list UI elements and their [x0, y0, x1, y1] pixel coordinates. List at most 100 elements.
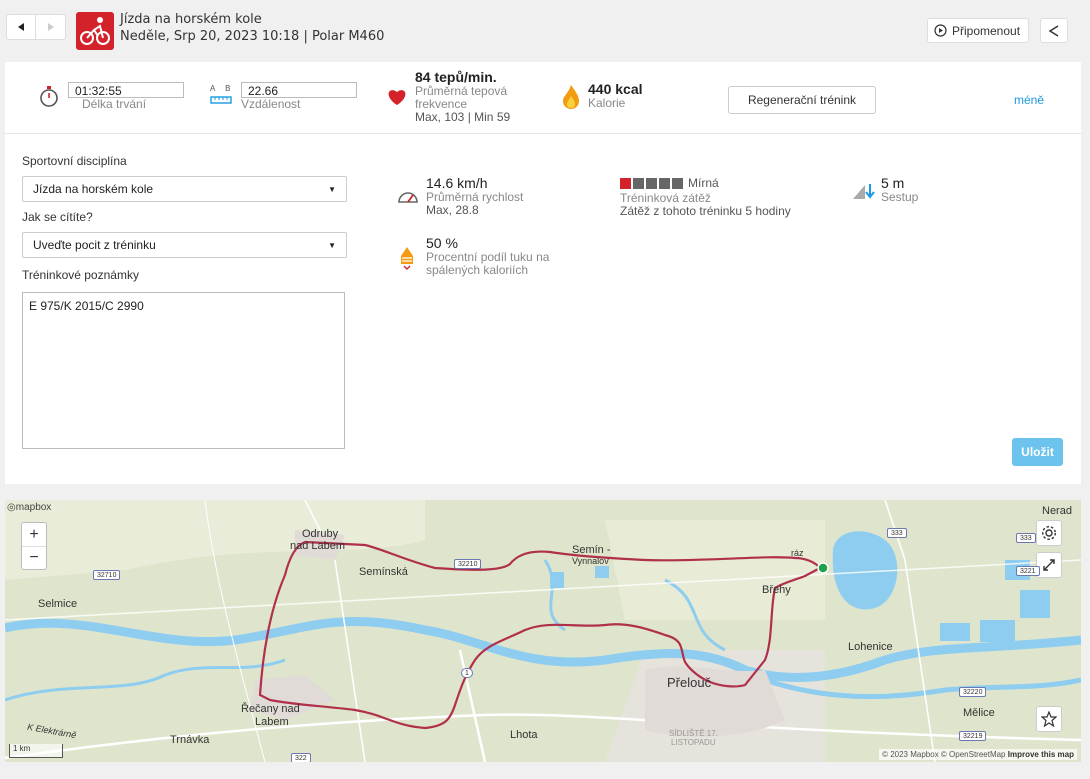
calories-stat: 440 kcal Kalorie	[588, 82, 643, 110]
map-label-trnavka: Trnávka	[170, 734, 210, 746]
load-square	[633, 177, 644, 189]
mapbox-logo: ◎mapbox	[7, 502, 51, 513]
play-circle-icon	[934, 24, 947, 37]
load-square	[620, 177, 631, 189]
heart-rate-value: 84 tepů/min.	[415, 69, 497, 85]
previous-button[interactable]	[6, 14, 36, 40]
load-square	[646, 177, 657, 189]
zoom-out-button[interactable]: −	[22, 547, 46, 569]
distance-label: Vzdálenost	[241, 97, 301, 111]
map-label-raz: ráz	[791, 548, 804, 558]
descent-value: 5 m	[881, 175, 905, 191]
heart-rate-stat: 84 tepů/min. Průměrná tepová frekvence M…	[415, 70, 510, 124]
less-link[interactable]: méně	[1014, 93, 1044, 107]
feeling-select-value: Uveďte pocit z tréninku	[33, 238, 156, 252]
road-badge: 1	[461, 668, 473, 678]
distance-icon: A B	[210, 84, 234, 107]
next-button[interactable]	[36, 14, 66, 40]
sport-label: Sportovní disciplína	[22, 154, 127, 168]
load-square	[659, 177, 670, 189]
map-label-semin: Semín -	[572, 544, 611, 556]
map-label-lhota: Lhota	[510, 729, 538, 741]
distance-ab-label: A B	[210, 84, 235, 93]
map-label-recany-labem: Labem	[255, 716, 289, 728]
map-background	[5, 500, 1081, 762]
map-label-seminska: Semínská	[359, 566, 408, 578]
distance-field[interactable]: 22.66 Vzdálenost	[241, 82, 357, 111]
fat-burn-stat: 50 % Procentní podíl tuku na spálených k…	[426, 236, 549, 277]
descent-stat: 5 m Sestup	[881, 176, 918, 204]
sport-select[interactable]: Jízda na horském kole ▼	[22, 176, 347, 202]
map-label-sidliste: SÍDLIŠTĚ 17.	[669, 729, 718, 738]
descent-icon	[851, 182, 875, 203]
ruler-icon	[210, 96, 232, 104]
training-load-bar: Mírná	[620, 176, 791, 190]
save-button[interactable]: Uložit	[1012, 438, 1063, 466]
mapbox-logo-text: mapbox	[15, 502, 52, 513]
road-badge: 32219	[959, 731, 987, 741]
speed-value: 14.6 km/h	[426, 175, 488, 191]
duration-field[interactable]: 01:32:55 Délka trvání	[68, 82, 184, 111]
speed-max: Max, 28.8	[426, 203, 479, 217]
speedometer-icon	[397, 188, 419, 207]
road-badge: 333	[887, 528, 907, 538]
activity-form: Sportovní disciplína Jízda na horském ko…	[22, 154, 347, 449]
road-badge: 333	[1016, 533, 1036, 543]
map-attribution-text: © 2023 Mapbox © OpenStreetMap	[882, 750, 1006, 759]
share-button[interactable]	[1040, 18, 1068, 43]
training-benefit-button[interactable]: Regenerační trénink	[728, 86, 876, 114]
favorite-button[interactable]	[1036, 706, 1062, 732]
map-label-brehy: Břehy	[762, 584, 791, 596]
improve-map-link[interactable]: Improve this map	[1008, 750, 1074, 759]
zoom-controls: + −	[21, 522, 47, 570]
summary-row: 01:32:55 Délka trvání A B 22.66 Vzdáleno…	[5, 62, 1081, 134]
star-icon	[1041, 711, 1057, 727]
feeling-select[interactable]: Uveďte pocit z tréninku ▼	[22, 232, 347, 258]
fat-burn-icon	[399, 246, 415, 273]
stopwatch-icon	[40, 86, 58, 107]
road-badge: 32210	[454, 559, 482, 569]
activity-panel: 01:32:55 Délka trvání A B 22.66 Vzdáleno…	[5, 62, 1081, 484]
fat-burn-value: 50 %	[426, 235, 458, 251]
descent-label: Sestup	[881, 190, 919, 204]
arrow-left-icon	[18, 23, 24, 31]
activity-title: Jízda na horském kole	[120, 12, 262, 27]
map-label-nerad: Nerad	[1042, 505, 1072, 517]
duration-value[interactable]: 01:32:55	[68, 82, 184, 98]
map-label-recany: Řečany nad	[241, 703, 300, 715]
heart-rate-minmax: Max, 103 | Min 59	[415, 110, 511, 124]
distance-value[interactable]: 22.66	[241, 82, 357, 98]
arrow-right-icon	[47, 23, 54, 31]
load-square	[672, 177, 683, 189]
activity-title-block: Jízda na horském kole Neděle, Srp 20, 20…	[120, 12, 384, 46]
map-label-odruby: Odruby	[302, 528, 339, 540]
zoom-in-button[interactable]: +	[22, 523, 46, 547]
notes-textarea[interactable]: E 975/K 2015/C 2990	[22, 292, 345, 449]
duration-label: Délka trvání	[82, 97, 147, 111]
map-scale: 1 km	[9, 744, 63, 758]
gear-icon	[1041, 525, 1057, 541]
fat-burn-label-2: spálených kaloriích	[426, 263, 529, 277]
activity-header: Jízda na horském kole Neděle, Srp 20, 20…	[0, 0, 1090, 62]
map-label-melice: Mělice	[963, 707, 995, 719]
speed-stat: 14.6 km/h Průměrná rychlost Max, 28.8	[426, 176, 523, 217]
expand-icon	[1043, 559, 1055, 571]
training-load-stat: Mírná Tréninková zátěž Zátěž z tohoto tr…	[620, 176, 791, 218]
training-load-level: Mírná	[688, 176, 719, 190]
nav-buttons	[6, 14, 66, 40]
feeling-label: Jak se cítíte?	[22, 210, 93, 224]
map-label-lohenice: Lohenice	[848, 641, 893, 653]
map-settings-button[interactable]	[1036, 520, 1062, 546]
activity-subtitle: Neděle, Srp 20, 2023 10:18 | Polar M460	[120, 29, 385, 44]
training-load-sub: Zátěž z tohoto tréninku 5 hodiny	[620, 204, 791, 218]
map-label-listopadu: LISTOPADU	[671, 738, 716, 747]
flame-icon	[562, 84, 580, 113]
sport-select-value: Jízda na horském kole	[33, 182, 154, 196]
remind-button[interactable]: Připomenout	[927, 18, 1030, 43]
road-badge: 3221	[1016, 566, 1040, 576]
remind-label: Připomenout	[952, 23, 1021, 38]
fullscreen-button[interactable]	[1036, 552, 1062, 578]
route-map[interactable]: ◎mapbox + − Odruby nad Labem Semínská Se…	[5, 500, 1081, 762]
share-icon	[1048, 24, 1059, 37]
caret-down-icon: ▼	[328, 240, 336, 250]
